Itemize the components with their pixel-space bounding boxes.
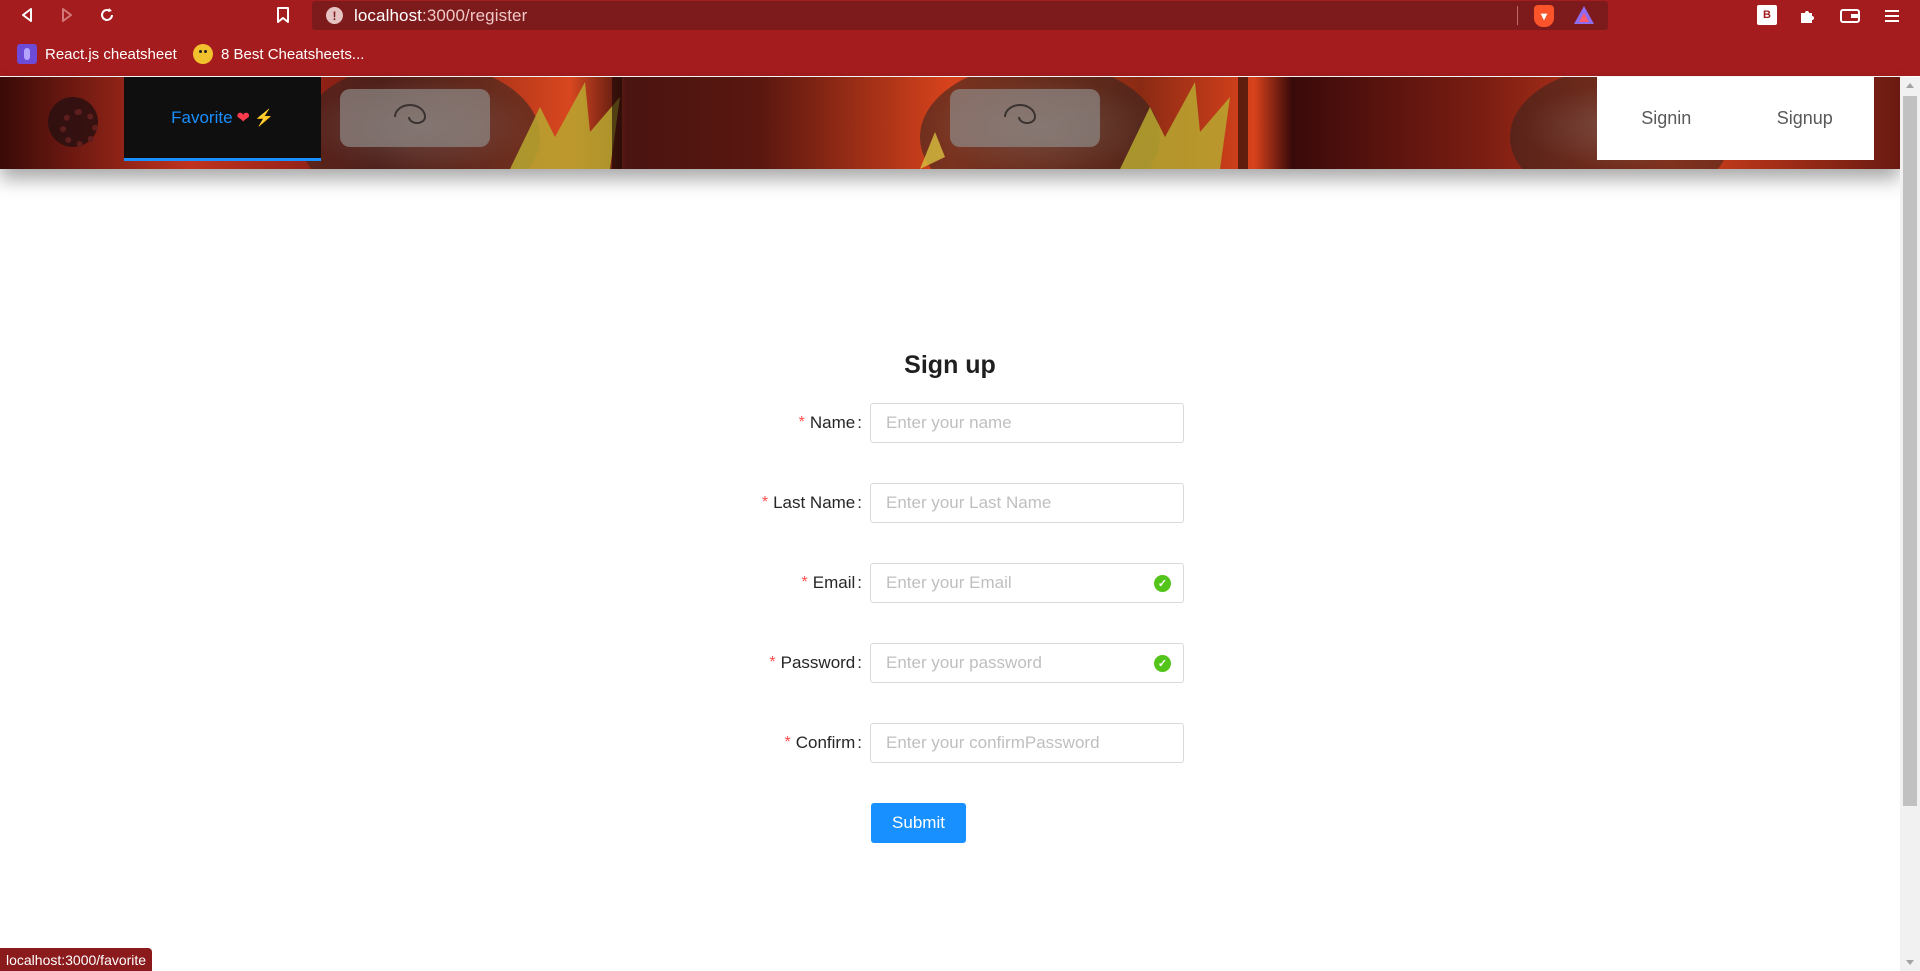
url-host: localhost xyxy=(354,6,422,25)
forward-icon[interactable] xyxy=(54,2,80,28)
url-text[interactable]: localhost:3000/register xyxy=(354,6,527,26)
password-label: * Password: xyxy=(769,643,862,683)
page-scrollbar[interactable] xyxy=(1900,77,1920,971)
link-status-bar: localhost:3000/favorite xyxy=(0,948,153,971)
label-colon: : xyxy=(857,653,862,672)
favorite-label: Favorite xyxy=(171,107,233,127)
signup-link[interactable]: Signup xyxy=(1736,108,1875,129)
site-info-icon[interactable]: ! xyxy=(326,7,343,24)
bookmarks-bar: React.js cheatsheet 8 Best Cheatsheets..… xyxy=(0,32,1920,76)
name-input[interactable] xyxy=(870,403,1184,443)
brave-rewards-icon[interactable] xyxy=(1574,6,1594,24)
form-title: Sign up xyxy=(904,351,996,379)
required-asterisk: * xyxy=(798,414,805,431)
submit-button[interactable]: Submit xyxy=(871,803,966,843)
label-text: Last Name xyxy=(773,493,856,512)
browser-toolbar: ! localhost:3000/register ▾ B xyxy=(0,0,1920,32)
label-colon: : xyxy=(857,493,862,512)
heart-icon: ❤ xyxy=(236,109,250,127)
url-path: :3000/register xyxy=(422,6,528,25)
label-colon: : xyxy=(857,413,862,432)
wallet-icon[interactable] xyxy=(1837,3,1863,29)
email-input[interactable] xyxy=(870,563,1184,603)
required-asterisk: * xyxy=(769,654,776,671)
last-name-input[interactable] xyxy=(870,483,1184,523)
chick-bookmark-icon xyxy=(193,44,213,64)
last-name-label: * Last Name: xyxy=(762,483,862,523)
scroll-down-arrow-icon[interactable] xyxy=(1906,960,1914,965)
purple-bookmark-icon xyxy=(17,44,37,64)
name-label: * Name: xyxy=(799,403,862,443)
brave-shields-icon[interactable]: ▾ xyxy=(1534,5,1554,27)
form-row-confirm: * Confirm: xyxy=(0,723,1900,763)
bookmark-react-cheatsheet[interactable]: React.js cheatsheet xyxy=(17,43,177,65)
label-colon: : xyxy=(857,573,862,592)
lightning-icon: ⚡ xyxy=(253,109,274,127)
bookmark-page-icon[interactable] xyxy=(270,2,296,28)
label-text: Email xyxy=(812,573,856,592)
bookmark-label: 8 Best Cheatsheets... xyxy=(221,45,365,63)
label-colon: : xyxy=(857,733,862,752)
confirm-password-input[interactable] xyxy=(870,723,1184,763)
signin-link[interactable]: Signin xyxy=(1597,108,1736,129)
form-row-name: * Name: xyxy=(0,403,1900,443)
password-input[interactable] xyxy=(870,643,1184,683)
extensions-puzzle-icon[interactable] xyxy=(1794,3,1820,29)
success-check-icon: ✓ xyxy=(1154,655,1171,672)
site-logo-icon[interactable] xyxy=(48,97,98,147)
reload-icon[interactable] xyxy=(94,2,120,28)
auth-menu: Signin Signup xyxy=(1597,77,1874,160)
menu-icon[interactable] xyxy=(1879,3,1905,29)
success-check-icon: ✓ xyxy=(1154,575,1171,592)
form-row-email: * Email: ✓ xyxy=(0,563,1900,603)
extension-b-icon[interactable]: B xyxy=(1757,5,1777,25)
email-label: * Email: xyxy=(802,563,862,603)
back-icon[interactable] xyxy=(14,2,40,28)
label-text: Password xyxy=(780,653,856,672)
required-asterisk: * xyxy=(761,494,769,511)
scroll-thumb[interactable] xyxy=(1903,96,1917,806)
scroll-up-arrow-icon[interactable] xyxy=(1906,83,1914,88)
form-row-password: * Password: ✓ xyxy=(0,643,1900,683)
nav-favorite-tab[interactable]: Favorite ❤ ⚡ xyxy=(124,77,321,161)
site-header: Favorite ❤ ⚡ Signin Signup xyxy=(0,77,1900,169)
bookmark-label: React.js cheatsheet xyxy=(45,45,177,63)
bookmark-best-cheatsheets[interactable]: 8 Best Cheatsheets... xyxy=(193,43,364,65)
form-row-last-name: * Last Name: xyxy=(0,483,1900,523)
label-text: Name xyxy=(809,413,856,432)
label-text: Confirm xyxy=(795,733,856,752)
required-asterisk: * xyxy=(784,734,791,751)
address-divider xyxy=(1517,6,1518,25)
required-asterisk: * xyxy=(801,574,808,591)
confirm-label: * Confirm: xyxy=(785,723,862,763)
address-bar[interactable]: ! localhost:3000/register ▾ xyxy=(312,1,1608,30)
